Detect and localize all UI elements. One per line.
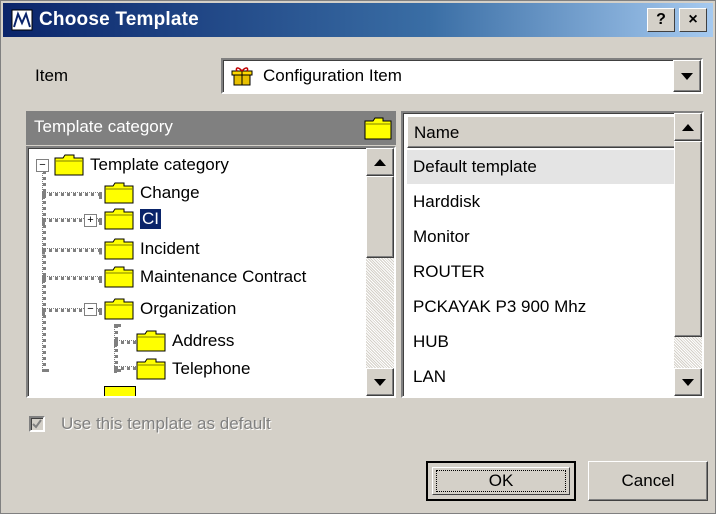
cancel-button-label: Cancel — [621, 471, 675, 490]
tree-node-incident[interactable]: Incident — [104, 236, 200, 262]
tree-node-label: Incident — [140, 239, 200, 258]
template-row[interactable]: HUB — [407, 325, 681, 359]
tree-node-maintenance-contract[interactable]: Maintenance Contract — [104, 264, 306, 290]
template-name: HUB — [413, 332, 449, 351]
name-column-label: Name — [414, 123, 460, 142]
template-row[interactable]: Harddisk — [407, 185, 681, 219]
template-row[interactable]: Default template — [407, 150, 681, 184]
tree-node-telephone[interactable]: Telephone — [136, 356, 250, 382]
folder-icon — [364, 117, 392, 140]
tree-node-label: CI — [139, 208, 162, 230]
chevron-down-icon — [681, 72, 693, 80]
tree-collapse-toggle[interactable]: − — [36, 159, 49, 172]
item-label: Item — [35, 66, 69, 85]
tree-scroll-up-button[interactable] — [366, 148, 394, 176]
configuration-item-icon — [231, 67, 253, 86]
list-scrollbar[interactable] — [674, 113, 702, 396]
cancel-button[interactable]: Cancel — [588, 461, 708, 501]
choose-template-dialog: Choose Template ? × Item Configuration I… — [0, 0, 716, 514]
tree-collapse-toggle[interactable]: − — [84, 303, 97, 316]
template-name: Harddisk — [413, 192, 481, 211]
template-row[interactable]: Monitor — [407, 220, 681, 254]
template-name: LAN — [413, 367, 447, 386]
folder-icon — [54, 154, 84, 176]
folder-icon — [104, 266, 134, 288]
template-name: Default template — [413, 157, 537, 176]
name-column-header[interactable]: Name — [407, 116, 681, 148]
window-title: Choose Template — [39, 9, 199, 30]
template-name: ROUTER — [413, 262, 485, 281]
checkmark-icon — [32, 419, 42, 429]
template-row[interactable]: LAN — [407, 360, 681, 394]
list-scroll-down-button[interactable] — [674, 368, 702, 396]
ok-button-label: OK — [488, 471, 514, 490]
tree-node-label: Telephone — [172, 359, 251, 378]
folder-icon — [104, 386, 136, 396]
tree-scrollbar[interactable] — [366, 148, 394, 396]
chevron-down-icon — [374, 378, 386, 386]
template-row[interactable]: ROUTER — [407, 255, 681, 289]
tree-scroll-down-button[interactable] — [366, 368, 394, 396]
category-header-label: Template category — [34, 117, 173, 136]
title-bar[interactable]: Choose Template ? × — [3, 3, 713, 37]
tree-node-address[interactable]: Address — [136, 328, 234, 354]
folder-icon — [104, 238, 134, 260]
ok-button[interactable]: OK — [426, 461, 576, 501]
tree-node-label: Organization — [140, 299, 237, 318]
tree-node-change[interactable]: Change — [104, 180, 200, 206]
category-tree[interactable]: − + − Template category Change CI Incide… — [26, 146, 396, 398]
tree-connector — [42, 248, 102, 252]
use-as-default-label: Use this template as default — [61, 414, 271, 433]
folder-icon — [136, 358, 166, 380]
help-button[interactable]: ? — [647, 8, 675, 32]
folder-icon — [104, 182, 134, 204]
tree-connector — [42, 192, 102, 196]
tree-connector — [114, 324, 118, 372]
item-value: Configuration Item — [263, 66, 402, 85]
template-name: Monitor — [413, 227, 470, 246]
folder-icon — [104, 208, 134, 230]
close-button[interactable]: × — [679, 8, 707, 32]
list-scroll-up-button[interactable] — [674, 113, 702, 141]
tree-node-label: Template category — [90, 155, 229, 174]
template-row[interactable]: PCKAYAK P3 900 Mhz — [407, 290, 681, 324]
chevron-down-icon — [682, 378, 694, 386]
template-app-icon — [11, 9, 33, 31]
folder-icon — [136, 330, 166, 352]
tree-scroll-thumb[interactable] — [366, 176, 394, 258]
tree-node-label: Maintenance Contract — [140, 267, 307, 286]
item-combobox[interactable]: Configuration Item — [221, 58, 703, 94]
tree-connector — [42, 276, 102, 280]
use-as-default-checkbox[interactable] — [29, 416, 45, 432]
tree-connector — [42, 166, 46, 372]
list-scroll-thumb[interactable] — [674, 141, 702, 337]
folder-icon — [104, 298, 134, 320]
tree-expand-toggle[interactable]: + — [84, 214, 97, 227]
tree-node-ci[interactable]: CI — [104, 206, 162, 232]
template-list[interactable]: Name Default template Harddisk Monitor R… — [401, 111, 704, 398]
item-dropdown-button[interactable] — [673, 60, 701, 92]
chevron-up-icon — [682, 123, 694, 131]
tree-node-organization[interactable]: Organization — [104, 296, 236, 322]
tree-node-template-category[interactable]: Template category — [54, 152, 229, 178]
template-name: PCKAYAK P3 900 Mhz — [413, 297, 587, 316]
tree-node-label: Address — [172, 331, 235, 350]
category-panel-header: Template category — [26, 111, 396, 145]
tree-node-label: Change — [140, 183, 200, 202]
chevron-up-icon — [374, 158, 386, 166]
